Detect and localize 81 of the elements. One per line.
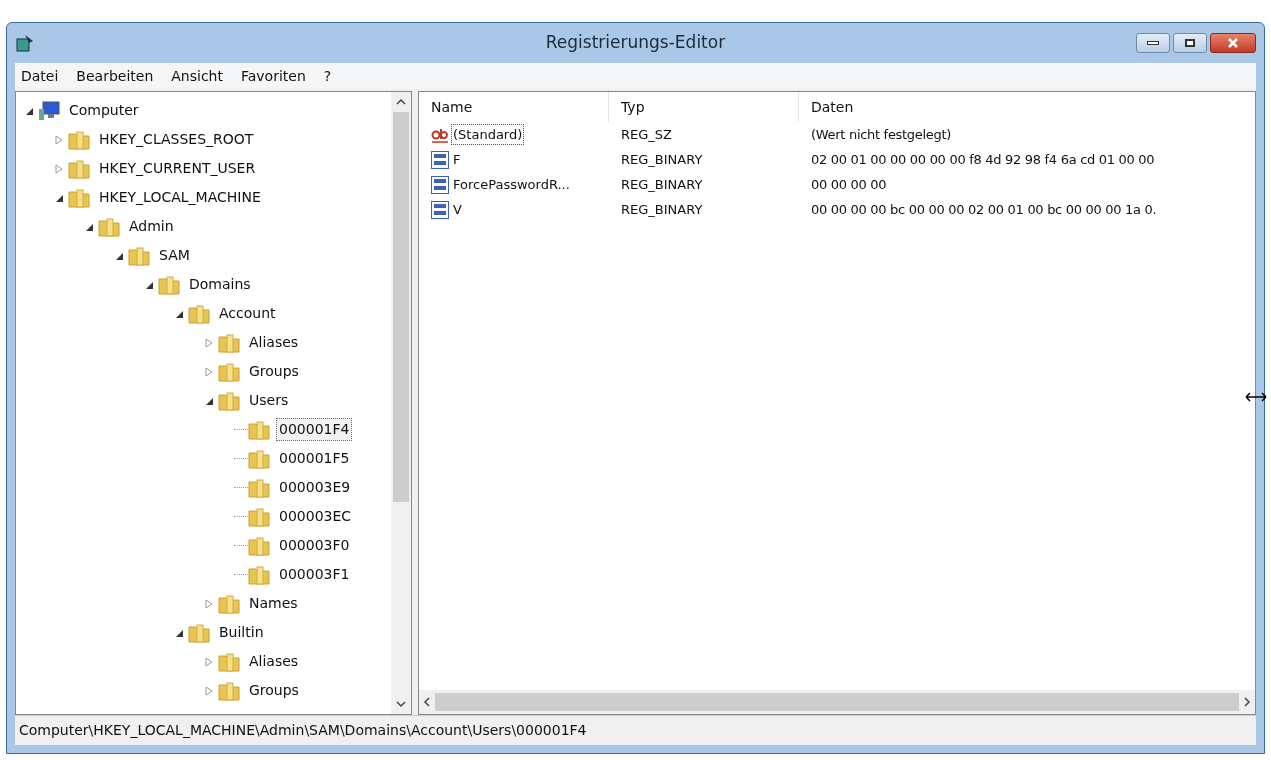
folder-icon [68,158,90,179]
folder-icon [218,680,240,701]
folder-icon [128,245,150,266]
menu-item[interactable]: Datei [21,65,59,87]
tree-item[interactable]: 000003F1 [276,563,353,586]
value-data: 02 00 01 00 00 00 00 00 f8 4d 92 98 f4 6a cd 01 00 00 [810,150,1156,169]
tree-item[interactable]: 000003F0 [276,534,353,557]
scrollbar-thumb[interactable] [435,693,1239,711]
menu-item[interactable]: Ansicht [171,65,223,87]
value-data: 00 00 00 00 bc 00 00 00 02 00 01 00 bc 00 00 00 1a 0. [810,200,1158,219]
resize-cursor-icon [1245,392,1267,402]
tree-item[interactable]: HKEY_LOCAL_MACHINE [96,186,264,209]
folder-icon [98,216,120,237]
folder-icon [218,593,240,614]
tree-item[interactable]: Domains [186,273,254,296]
tree-item[interactable]: Account [216,302,279,325]
tree-item[interactable]: Users [246,389,292,412]
value-data: (Wert nicht festgelegt) [810,125,953,144]
computer-icon [38,100,60,121]
value-name[interactable]: ForcePasswordR... [451,173,572,196]
binary-value-icon [431,200,449,219]
tree-item[interactable]: Aliases [246,650,302,673]
tree-item[interactable]: SAM [156,244,193,267]
value-data: 00 00 00 00 [810,175,888,194]
app-icon [15,33,35,53]
tree-item[interactable]: 000003E9 [276,476,354,499]
maximize-button[interactable] [1173,33,1207,53]
tree-item[interactable]: 000003EC [276,505,355,528]
value-type: REG_BINARY [620,150,704,169]
scroll-right-icon[interactable] [1243,697,1251,707]
vertical-scrollbar[interactable] [391,92,411,714]
binary-value-icon [431,150,449,169]
tree-item[interactable]: HKEY_CLASSES_ROOT [96,128,257,151]
folder-icon [188,622,210,643]
value-name[interactable]: (Standard) [451,123,525,146]
value-type: REG_SZ [620,125,673,144]
folder-icon [248,506,270,527]
folder-icon [218,361,240,382]
tree-item[interactable]: 000001F5 [276,447,353,470]
folder-icon [188,303,210,324]
folder-icon [218,390,240,411]
column-header[interactable]: Name [419,92,609,122]
tree-item[interactable]: Admin [126,215,177,238]
folder-icon [248,477,270,498]
menu-item[interactable]: Favoriten [241,65,306,87]
tree-item[interactable]: Builtin [216,621,267,644]
value-name[interactable]: F [451,148,463,171]
tree-item[interactable]: Groups [246,360,302,383]
tree-item[interactable]: Names [246,592,301,615]
value-name[interactable]: V [451,198,464,221]
menu-item[interactable]: ? [323,65,332,87]
column-header[interactable]: Daten [799,92,1255,122]
window-title: Registrierungs-Editor [545,31,726,55]
folder-icon [248,448,270,469]
horizontal-scrollbar[interactable] [419,690,1255,714]
minimize-button[interactable] [1136,33,1170,53]
tree-item[interactable]: Aliases [246,331,302,354]
status-path: Computer\HKEY_LOCAL_MACHINE\Admin\SAM\Domains\Account\Users\000001F4 [19,721,587,740]
menu-item[interactable]: Bearbeiten [76,65,154,87]
close-button[interactable] [1210,33,1256,53]
binary-value-icon [431,175,449,194]
tree-item[interactable]: HKEY_CURRENT_USER [96,157,259,180]
scroll-up-icon[interactable] [396,98,406,106]
folder-icon [248,535,270,556]
folder-icon [158,274,180,295]
folder-icon [248,419,270,440]
tree-item[interactable]: Groups [246,679,302,702]
close-icon [1227,38,1239,48]
scroll-down-icon[interactable] [396,700,406,708]
scroll-left-icon[interactable] [423,697,431,707]
tree-item[interactable]: Computer [66,99,142,122]
tree-item[interactable]: 000001F4 [276,418,353,441]
value-type: REG_BINARY [620,175,704,194]
folder-icon [68,129,90,150]
value-type: REG_BINARY [620,200,704,219]
folder-icon [218,651,240,672]
folder-icon [68,187,90,208]
column-header[interactable]: Typ [609,92,799,122]
folder-icon [218,332,240,353]
scrollbar-thumb[interactable] [393,112,409,502]
folder-icon [248,564,270,585]
